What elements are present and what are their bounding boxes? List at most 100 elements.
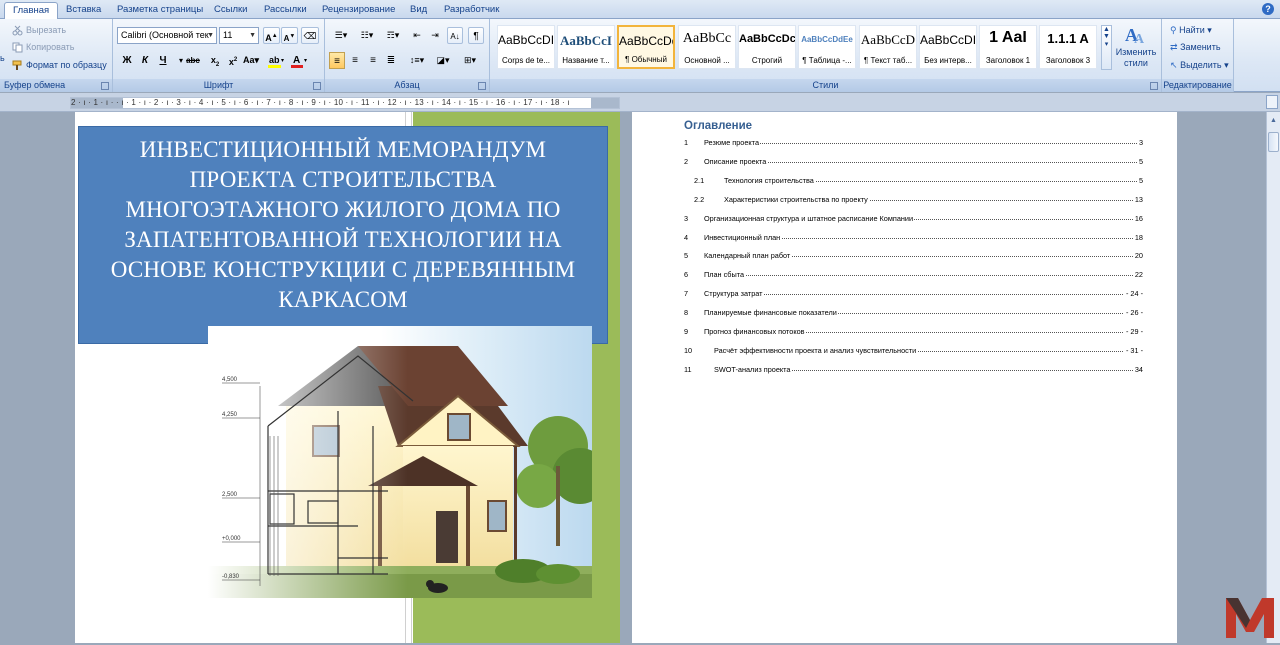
tab-page-layout[interactable]: Разметка страницы bbox=[109, 2, 211, 19]
shrink-font-button[interactable]: A▼ bbox=[281, 27, 298, 44]
cover-title-box: ИНВЕСТИЦИОННЫЙ МЕМОРАНДУМ ПРОЕКТА СТРОИТ… bbox=[78, 126, 608, 344]
clipboard-launcher[interactable] bbox=[101, 82, 109, 90]
toc-entry-page: 5 bbox=[1136, 156, 1143, 166]
copy-button[interactable]: Копировать bbox=[12, 40, 74, 54]
format-painter-button[interactable]: Формат по образцу bbox=[12, 58, 107, 72]
increase-indent-button[interactable]: ⇥ bbox=[427, 27, 443, 44]
cut-button[interactable]: Вырезать bbox=[12, 23, 66, 37]
tab-review[interactable]: Рецензирование bbox=[314, 2, 403, 19]
toc-entry[interactable]: 7 Структура затрат - 24 - bbox=[684, 289, 1143, 301]
chevron-up-icon[interactable]: ▲ bbox=[1269, 116, 1278, 125]
toc-entry[interactable]: 2.1 Технология строительства 5 bbox=[684, 175, 1143, 188]
ribbon-tabs: Главная Вставка Разметка страницы Ссылки… bbox=[0, 0, 1280, 19]
styles-launcher[interactable] bbox=[1150, 82, 1158, 90]
clear-formatting-button[interactable]: ⌫ bbox=[301, 27, 319, 44]
tab-insert[interactable]: Вставка bbox=[58, 2, 109, 19]
borders-button[interactable]: ⊞▾ bbox=[457, 52, 483, 69]
view-ruler-button[interactable] bbox=[1266, 95, 1278, 109]
align-left-button[interactable]: ≡ bbox=[329, 52, 345, 69]
toc-entry[interactable]: 8 Планируемые финансовые показатели - 26 - bbox=[684, 308, 1143, 320]
change-case-button[interactable]: Aa▾ bbox=[243, 52, 259, 69]
more-icon: ▾ bbox=[1104, 41, 1109, 48]
toc-entry-number: 5 bbox=[684, 251, 689, 261]
style-heading-3[interactable]: 1.1.1 A Заголовок 3 bbox=[1039, 25, 1097, 69]
bullets-button[interactable]: ☰▾ bbox=[329, 27, 353, 44]
horizontal-ruler[interactable]: 2 · ı · 1 · ı · · ı · 1 · ı · 2 · ı · 3 … bbox=[70, 97, 620, 109]
style-name: Название т... bbox=[562, 56, 610, 65]
style-table[interactable]: AaBbCcDdEe ¶ Таблица -... bbox=[798, 25, 856, 69]
subscript-button[interactable]: x2 bbox=[207, 52, 223, 69]
tab-view[interactable]: Вид bbox=[402, 2, 435, 19]
clipboard-group: ь Вырезать Копировать Формат по образцу … bbox=[0, 19, 113, 92]
underline-button[interactable]: Ч bbox=[155, 52, 171, 69]
multilevel-list-button[interactable]: ☶▾ bbox=[381, 27, 405, 44]
font-launcher[interactable] bbox=[313, 82, 321, 90]
toc-entry[interactable]: 5 Календарный план работ 20 bbox=[684, 251, 1143, 263]
ribbon: ь Вырезать Копировать Формат по образцу … bbox=[0, 19, 1280, 92]
font-name-select[interactable]: Calibri (Основной тек ▼ bbox=[117, 27, 217, 44]
find-button[interactable]: ⚲ Найти ▾ bbox=[1170, 25, 1212, 36]
style-title[interactable]: AaBbCcI Название т... bbox=[557, 25, 615, 69]
toc-entry-number: 4 bbox=[684, 232, 689, 242]
show-marks-button[interactable]: ¶ bbox=[468, 27, 484, 44]
decrease-indent-button[interactable]: ⇤ bbox=[409, 27, 425, 44]
style-heading-1[interactable]: 1 AaI Заголовок 1 bbox=[979, 25, 1037, 69]
toc-entry-page: - 26 - bbox=[1123, 308, 1143, 318]
style-sample: AaBbCcDd bbox=[619, 34, 673, 48]
toc-entry-page: 5 bbox=[1136, 175, 1143, 185]
style-body[interactable]: AaBbCc Основной ... bbox=[678, 25, 736, 69]
line-spacing-button[interactable]: ↕≡▾ bbox=[405, 52, 429, 69]
tab-references[interactable]: Ссылки bbox=[206, 2, 255, 19]
styles-gallery-scroll[interactable]: ▲ ▼ ▾ bbox=[1101, 25, 1112, 70]
toc-entry[interactable]: 1 Резюме проекта 3 bbox=[684, 138, 1143, 150]
strikethrough-button[interactable]: abc bbox=[185, 52, 201, 69]
align-right-button[interactable]: ≡ bbox=[365, 52, 381, 69]
superscript-button[interactable]: x2 bbox=[225, 52, 241, 69]
shading-button[interactable]: ◪▾ bbox=[431, 52, 455, 69]
font-group-label: Шрифт bbox=[113, 79, 324, 92]
ruler-margin-right bbox=[591, 98, 619, 108]
paragraph-launcher[interactable] bbox=[478, 82, 486, 90]
scrollbar-thumb[interactable] bbox=[1268, 132, 1279, 152]
toc-entry[interactable]: 4 Инвестиционный план 18 bbox=[684, 232, 1143, 245]
toc-entry[interactable]: 2 Описание проекта 5 bbox=[684, 156, 1143, 169]
grow-font-button[interactable]: A▲ bbox=[263, 27, 280, 44]
align-center-button[interactable]: ≡ bbox=[347, 52, 363, 69]
tab-home[interactable]: Главная bbox=[4, 2, 59, 19]
style-name: Основной ... bbox=[684, 56, 730, 65]
justify-button[interactable]: ≣ bbox=[383, 52, 399, 69]
toc-entry[interactable]: 9 Прогноз финансовых потоков - 29 - bbox=[684, 327, 1143, 339]
toc-entry[interactable]: 11 SWOT-анализ проекта 34 bbox=[684, 364, 1143, 377]
vertical-scrollbar[interactable]: ▲ bbox=[1266, 112, 1280, 643]
bold-button[interactable]: Ж bbox=[119, 52, 135, 69]
eraser-icon: ⌫ bbox=[303, 31, 317, 41]
change-styles-button[interactable]: AA Изменить стили bbox=[1114, 23, 1158, 73]
font-size-select[interactable]: 11 ▼ bbox=[219, 27, 259, 44]
toc-entry[interactable]: 10 Расчёт эффективности проекта и анализ … bbox=[684, 345, 1143, 358]
style-corps-de-texte[interactable]: AaBbCcDІ Corps de te... bbox=[497, 25, 555, 69]
italic-button[interactable]: К bbox=[137, 52, 153, 69]
toc-entry[interactable]: 3 Организационная структура и штатное рас… bbox=[684, 213, 1143, 226]
tab-developer[interactable]: Разработчик bbox=[436, 2, 507, 19]
help-icon[interactable]: ? bbox=[1262, 3, 1274, 15]
toc-entry[interactable]: 2.2 Характеристики строительства по проек… bbox=[684, 194, 1143, 207]
tab-mailings[interactable]: Рассылки bbox=[256, 2, 315, 19]
font-color-button[interactable]: A ▾ bbox=[289, 52, 309, 69]
paste-button-partial[interactable]: ь bbox=[0, 53, 5, 63]
replace-button[interactable]: ⇄ Заменить bbox=[1170, 42, 1221, 53]
toc-leader-dots bbox=[704, 143, 1139, 144]
superscript-icon: x2 bbox=[228, 57, 238, 67]
highlight-button[interactable]: ab ▾ bbox=[266, 52, 286, 69]
font-color-icon: A ▾ bbox=[291, 55, 307, 68]
toc-entry[interactable]: 6 План сбыта 22 bbox=[684, 270, 1143, 282]
style-strong[interactable]: AaBbCcDc Строгий bbox=[738, 25, 796, 69]
select-button[interactable]: ↖ Выделить ▾ bbox=[1170, 60, 1229, 71]
style-no-spacing[interactable]: AaBbCcDІ Без интерв... bbox=[919, 25, 977, 69]
toc-entry-page: 22 bbox=[1132, 270, 1143, 280]
numbering-button[interactable]: ☷▾ bbox=[355, 27, 379, 44]
style-table-text[interactable]: AaBbCcD ¶ Текст таб... bbox=[859, 25, 917, 69]
sort-button[interactable]: А↓ bbox=[447, 27, 463, 44]
style-normal[interactable]: AaBbCcDd ¶ Обычный bbox=[617, 25, 675, 69]
chevron-up-icon: ▲ bbox=[1103, 26, 1110, 33]
style-name: ¶ Текст таб... bbox=[863, 56, 913, 65]
